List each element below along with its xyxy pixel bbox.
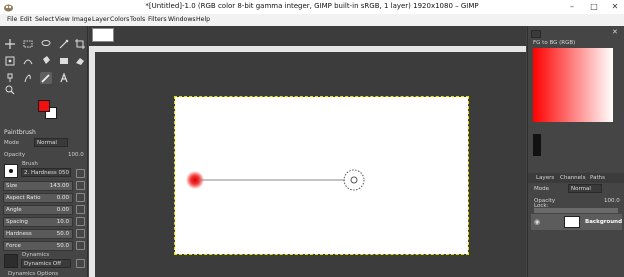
- lasso-tool-icon[interactable]: [40, 38, 52, 50]
- image-canvas[interactable]: [174, 96, 469, 255]
- gradient-swatch: [533, 134, 541, 156]
- smudge-tool-icon[interactable]: [22, 72, 34, 84]
- size-reset-icon[interactable]: [76, 181, 85, 190]
- size-value: 143.00: [49, 183, 69, 189]
- menu-tools[interactable]: Tools: [130, 16, 145, 23]
- crosshair-cursor: [350, 176, 358, 184]
- menu-help[interactable]: Help: [196, 16, 210, 23]
- window-title: *[Untitled]-1.0 (RGB color 8-bit gamma i…: [145, 2, 479, 10]
- tab-layers[interactable]: Layers: [536, 175, 554, 181]
- layer-lock-label: Lock:: [534, 203, 549, 209]
- horizontal-ruler: [89, 46, 526, 52]
- dynamics-label: Dynamics: [22, 252, 50, 258]
- angle-label: Angle: [6, 207, 22, 213]
- gradient-preview-icon[interactable]: [531, 30, 541, 38]
- menu-edit[interactable]: Edit: [20, 16, 32, 23]
- layer-row-background[interactable]: ◉ Background: [531, 214, 622, 230]
- aspect-ratio-slider[interactable]: Aspect Ratio 0.00: [3, 193, 73, 203]
- close-dock-icon[interactable]: ✕: [612, 28, 618, 36]
- layers-tabstrip: Layers Channels Paths: [528, 173, 624, 183]
- layer-mode-select[interactable]: Normal: [568, 184, 602, 193]
- menu-image[interactable]: Image: [72, 16, 91, 23]
- opacity-label: Opacity: [4, 152, 26, 158]
- mode-label: Mode: [4, 140, 19, 146]
- tab-paths[interactable]: Paths: [590, 175, 605, 181]
- hardness-reset-icon[interactable]: [76, 229, 85, 238]
- menu-file[interactable]: File: [7, 16, 17, 23]
- foreground-color-swatch[interactable]: [38, 100, 50, 112]
- spacing-value: 10.0: [56, 219, 69, 225]
- stroke-layer: [186, 169, 365, 191]
- gradient-name: FG to BG (RGB): [533, 40, 576, 46]
- rect-select-tool-icon[interactable]: [22, 38, 34, 50]
- canvas-area: [89, 26, 526, 277]
- title-bar: *[Untitled]-1.0 (RGB color 8-bit gamma i…: [0, 0, 624, 14]
- unified-transform-tool-icon[interactable]: [4, 55, 16, 67]
- gradient-tool-icon[interactable]: [58, 55, 70, 67]
- menu-filters[interactable]: Filters: [148, 16, 167, 23]
- brush-edit-icon[interactable]: [76, 169, 85, 178]
- hardness-label: Hardness: [6, 231, 32, 237]
- layer-opacity-value[interactable]: 100.0: [604, 198, 620, 204]
- layer-name: Background: [585, 219, 623, 225]
- menu-colors[interactable]: Colors: [110, 16, 129, 23]
- bucket-fill-tool-icon[interactable]: [40, 55, 52, 67]
- crop-tool-icon[interactable]: [74, 38, 86, 50]
- vertical-ruler: [89, 52, 95, 277]
- move-tool-icon[interactable]: [4, 38, 16, 50]
- toolbox: Paintbrush Mode Normal Opacity 100.0 Bru…: [0, 26, 88, 277]
- right-dock: ✕ FG to BG (RGB) Layers Channels Paths M…: [527, 26, 624, 277]
- minimize-button[interactable]: –: [560, 1, 584, 13]
- menu-layer[interactable]: Layer: [92, 16, 109, 23]
- spacing-label: Spacing: [6, 219, 28, 225]
- dynamics-select[interactable]: Dynamics Off: [21, 259, 71, 268]
- menu-windows[interactable]: Windows: [168, 16, 196, 23]
- dynamics-options-expander[interactable]: Dynamics Options: [8, 271, 58, 277]
- angle-value: 0.00: [56, 207, 69, 213]
- force-value: 50.0: [56, 243, 69, 249]
- layer-mode-label: Mode: [534, 186, 549, 192]
- fuzzy-select-tool-icon[interactable]: [58, 38, 70, 50]
- brush-preview[interactable]: [4, 164, 18, 178]
- hardness-value: 50.0: [56, 231, 69, 237]
- warp-tool-icon[interactable]: [22, 55, 34, 67]
- dynamics-edit-icon[interactable]: [76, 259, 85, 268]
- force-slider[interactable]: Force 50.0: [3, 241, 73, 251]
- spacing-slider[interactable]: Spacing 10.0: [3, 217, 73, 227]
- menu-view[interactable]: View: [55, 16, 70, 23]
- size-slider[interactable]: Size 143.00: [3, 181, 73, 191]
- aspect-ratio-value: 0.00: [56, 195, 69, 201]
- spacing-reset-icon[interactable]: [76, 217, 85, 226]
- layer-thumbnail: [564, 216, 580, 228]
- brush-select[interactable]: 2. Hardness 050: [21, 168, 71, 177]
- brush-label: Brush: [22, 161, 38, 167]
- brush-outline-cursor: [343, 169, 365, 191]
- angle-slider[interactable]: Angle 0.00: [3, 205, 73, 215]
- hardness-slider[interactable]: Hardness 50.0: [3, 229, 73, 239]
- size-label: Size: [6, 183, 18, 189]
- eraser-tool-icon[interactable]: [74, 55, 86, 67]
- menu-bar: File Edit Select View Image Layer Colors…: [0, 14, 624, 26]
- paintbrush-tool-icon[interactable]: [40, 72, 52, 84]
- angle-reset-icon[interactable]: [76, 205, 85, 214]
- gradient-preview[interactable]: [533, 48, 613, 122]
- menu-select[interactable]: Select: [35, 16, 54, 23]
- tab-channels[interactable]: Channels: [560, 175, 585, 181]
- force-label: Force: [6, 243, 21, 249]
- image-tab-thumbnail[interactable]: [92, 28, 114, 42]
- dynamics-preview[interactable]: [4, 254, 18, 268]
- text-tool-icon[interactable]: [58, 72, 70, 84]
- visibility-eye-icon[interactable]: ◉: [534, 218, 540, 226]
- tool-options-title: Paintbrush: [4, 129, 36, 136]
- force-reset-icon[interactable]: [76, 241, 85, 250]
- clone-tool-icon[interactable]: [4, 72, 16, 84]
- opacity-value[interactable]: 100.0: [68, 152, 84, 158]
- close-button[interactable]: ✕: [603, 1, 624, 13]
- mode-select[interactable]: Normal: [34, 138, 68, 147]
- aspect-reset-icon[interactable]: [76, 193, 85, 202]
- zoom-tool-icon[interactable]: [4, 84, 16, 96]
- aspect-ratio-label: Aspect Ratio: [6, 195, 41, 201]
